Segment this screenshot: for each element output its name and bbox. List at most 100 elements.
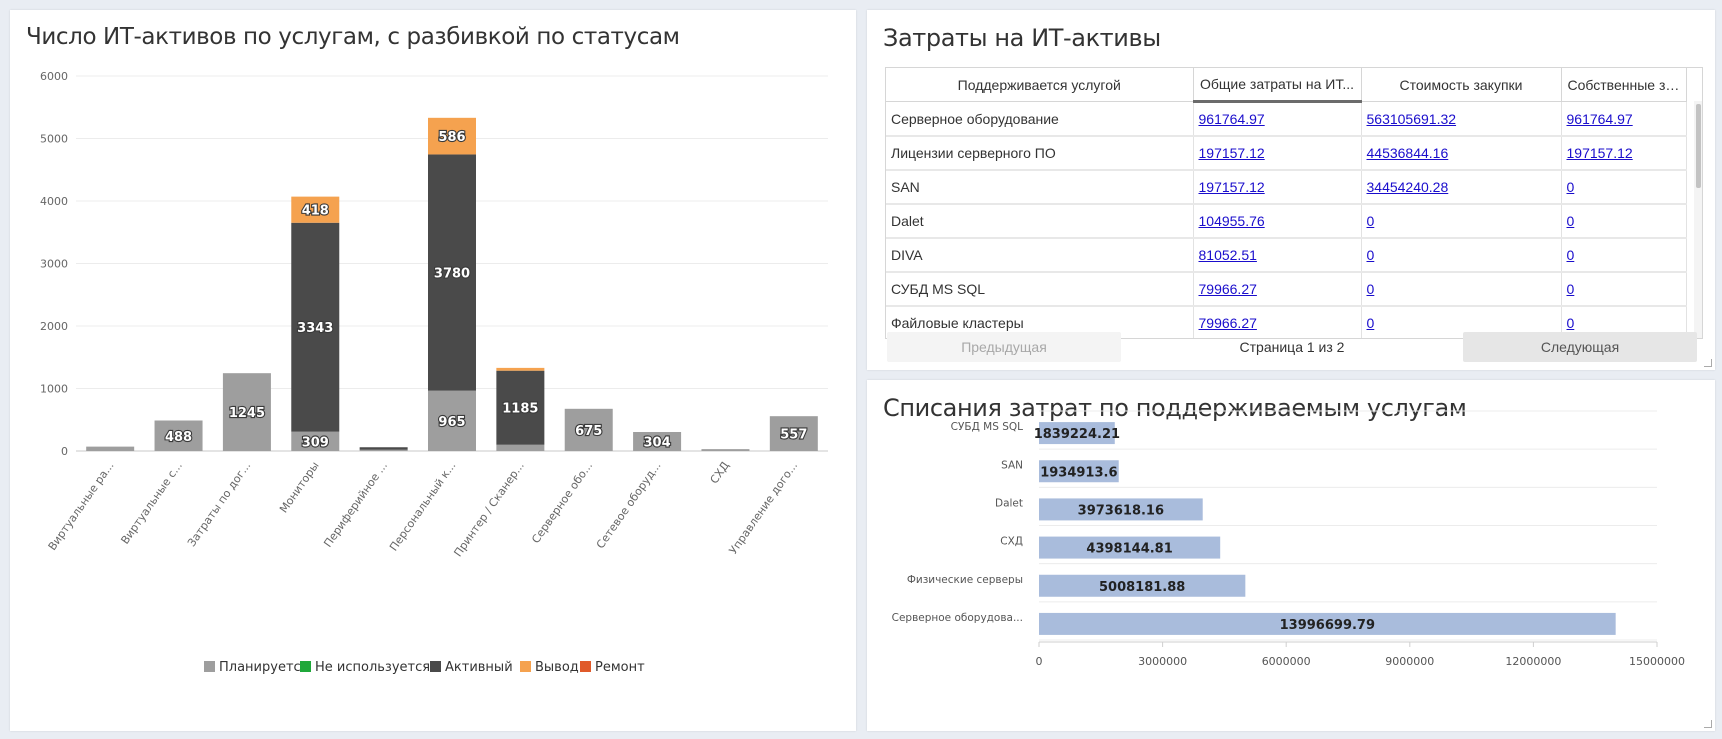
legend-swatch: [520, 661, 531, 672]
legend-swatch: [204, 661, 215, 672]
y-tick-label: Серверное оборудова...: [892, 612, 1023, 624]
service-name-cell: Серверное оборудование: [886, 101, 1194, 137]
cost-link[interactable]: 961764.97: [1567, 111, 1633, 127]
legend-label: Вывод: [535, 660, 579, 675]
x-tick-label: 0: [1036, 655, 1043, 668]
x-tick-label: 6000000: [1262, 655, 1311, 668]
data-label: 3780: [434, 267, 470, 282]
cost-cell: 79966.27: [1193, 272, 1362, 307]
next-page-button[interactable]: Следующая: [1463, 332, 1697, 362]
service-name-cell: Dalet: [886, 204, 1194, 239]
bar-segment[interactable]: [701, 449, 750, 451]
cost-link[interactable]: 0: [1367, 281, 1375, 297]
value-label: 1839224.21: [1034, 427, 1120, 442]
legend-label: Планируется: [219, 660, 308, 675]
assets-stacked-chart: 0 1000 2000 3000 4000 5000 6000 Виртуальные ра.…: [40, 70, 828, 675]
cost-link[interactable]: 79966.27: [1199, 315, 1257, 331]
cost-cell: 197157.12: [1561, 136, 1687, 171]
legend-label: Ремонт: [595, 660, 645, 675]
cost-link[interactable]: 0: [1567, 315, 1575, 331]
column-header-own-cost[interactable]: Собственные за...: [1561, 68, 1687, 102]
cost-cell: 0: [1561, 238, 1687, 273]
value-label: 1934913.6: [1040, 465, 1117, 480]
cost-cell: 197157.12: [1193, 136, 1362, 171]
y-tick-label: Dalet: [995, 497, 1023, 509]
cost-cell: 0: [1361, 238, 1562, 273]
x-tick-label: Управление дого...: [727, 459, 801, 556]
cost-link[interactable]: 34454240.28: [1367, 179, 1449, 195]
resize-handle[interactable]: [1704, 359, 1712, 367]
table-scrollbar-thumb[interactable]: [1696, 104, 1701, 188]
column-header-purchase-cost[interactable]: Стоимость закупки: [1361, 68, 1562, 102]
cost-link[interactable]: 0: [1367, 213, 1375, 229]
x-tick-label: Затраты по дог...: [185, 459, 253, 549]
bar-segment[interactable]: [86, 446, 135, 451]
table-row[interactable]: DIVA 81052.51 0 0: [886, 238, 1687, 273]
cost-link[interactable]: 0: [1567, 247, 1575, 263]
value-label: 5008181.88: [1099, 580, 1185, 595]
cost-link[interactable]: 0: [1367, 315, 1375, 331]
cost-link[interactable]: 563105691.32: [1367, 111, 1457, 127]
legend-label: Не используется: [315, 660, 430, 675]
cost-link[interactable]: 79966.27: [1199, 281, 1257, 297]
x-tick-label: Периферийное ...: [321, 459, 390, 549]
table-row[interactable]: Dalet 104955.76 0 0: [886, 204, 1687, 239]
cost-link[interactable]: 961764.97: [1199, 111, 1265, 127]
bar-segment[interactable]: [496, 444, 545, 451]
resize-handle[interactable]: [1704, 720, 1712, 728]
y-tick-label: СХД: [1000, 536, 1023, 548]
cost-link[interactable]: 197157.12: [1567, 145, 1633, 161]
service-name-cell: SAN: [886, 170, 1194, 205]
cost-cell: 44536844.16: [1361, 136, 1562, 171]
data-label: 557: [780, 428, 807, 443]
cost-link[interactable]: 0: [1567, 179, 1575, 195]
data-label: 418: [302, 204, 329, 219]
x-tick-label: Персональный к...: [387, 459, 458, 553]
y-tick-label: СУБД MS SQL: [951, 421, 1023, 433]
bar-segment[interactable]: [359, 447, 408, 450]
y-tick-label: 5000: [40, 133, 68, 146]
cost-link[interactable]: 44536844.16: [1367, 145, 1449, 161]
table-row[interactable]: СУБД MS SQL 79966.27 0 0: [886, 272, 1687, 307]
table-row[interactable]: SAN 197157.12 34454240.28 0: [886, 170, 1687, 205]
data-label: 965: [438, 415, 465, 430]
cost-link[interactable]: 197157.12: [1199, 179, 1265, 195]
x-tick-label: 3000000: [1138, 655, 1187, 668]
table-row[interactable]: Серверное оборудование 961764.97 563105691…: [886, 101, 1687, 137]
y-tick-label: 2000: [40, 320, 68, 333]
data-label: 3343: [297, 321, 333, 336]
y-tick-label: Физические серверы: [907, 574, 1023, 586]
y-tick-label: 4000: [40, 195, 68, 208]
data-label: 1185: [502, 402, 538, 417]
column-header-service[interactable]: Поддерживается услугой: [886, 68, 1194, 102]
cost-cell: 961764.97: [1193, 101, 1362, 137]
x-tick-label: 12000000: [1505, 655, 1561, 668]
costs-table-title: Затраты на ИТ-активы: [883, 24, 1161, 52]
x-tick-label: Виртуальные с...: [118, 459, 185, 546]
cost-link[interactable]: 104955.76: [1199, 213, 1265, 229]
cost-cell: 563105691.32: [1361, 101, 1562, 137]
cost-cell: 34454240.28: [1361, 170, 1562, 205]
cost-link[interactable]: 0: [1367, 247, 1375, 263]
cost-cell: 81052.51: [1193, 238, 1362, 273]
value-label: 13996699.79: [1280, 618, 1375, 633]
cost-link[interactable]: 0: [1567, 213, 1575, 229]
bar-segment[interactable]: [359, 449, 408, 451]
data-label: 675: [575, 424, 602, 439]
x-tick-label: 15000000: [1629, 655, 1685, 668]
y-tick-label: 0: [61, 445, 68, 458]
column-header-total-cost[interactable]: Общие затраты на ИТ...: [1193, 68, 1362, 103]
page-indicator: Страница 1 из 2: [1239, 339, 1345, 355]
table-row[interactable]: Лицензии серверного ПО 197157.12 44536844.…: [886, 136, 1687, 171]
legend-swatch: [430, 661, 441, 672]
x-tick-label: Мониторы: [277, 459, 322, 515]
cost-cell: 0: [1361, 204, 1562, 239]
previous-page-button[interactable]: Предыдущая: [887, 332, 1121, 362]
cost-link[interactable]: 81052.51: [1199, 247, 1257, 263]
bar-segment[interactable]: [496, 367, 545, 371]
cost-cell: 0: [1561, 204, 1687, 239]
cost-cell: 0: [1561, 170, 1687, 205]
costs-table-container[interactable]: Поддерживается услугой Общие затраты на …: [885, 67, 1703, 339]
cost-link[interactable]: 0: [1567, 281, 1575, 297]
cost-link[interactable]: 197157.12: [1199, 145, 1265, 161]
